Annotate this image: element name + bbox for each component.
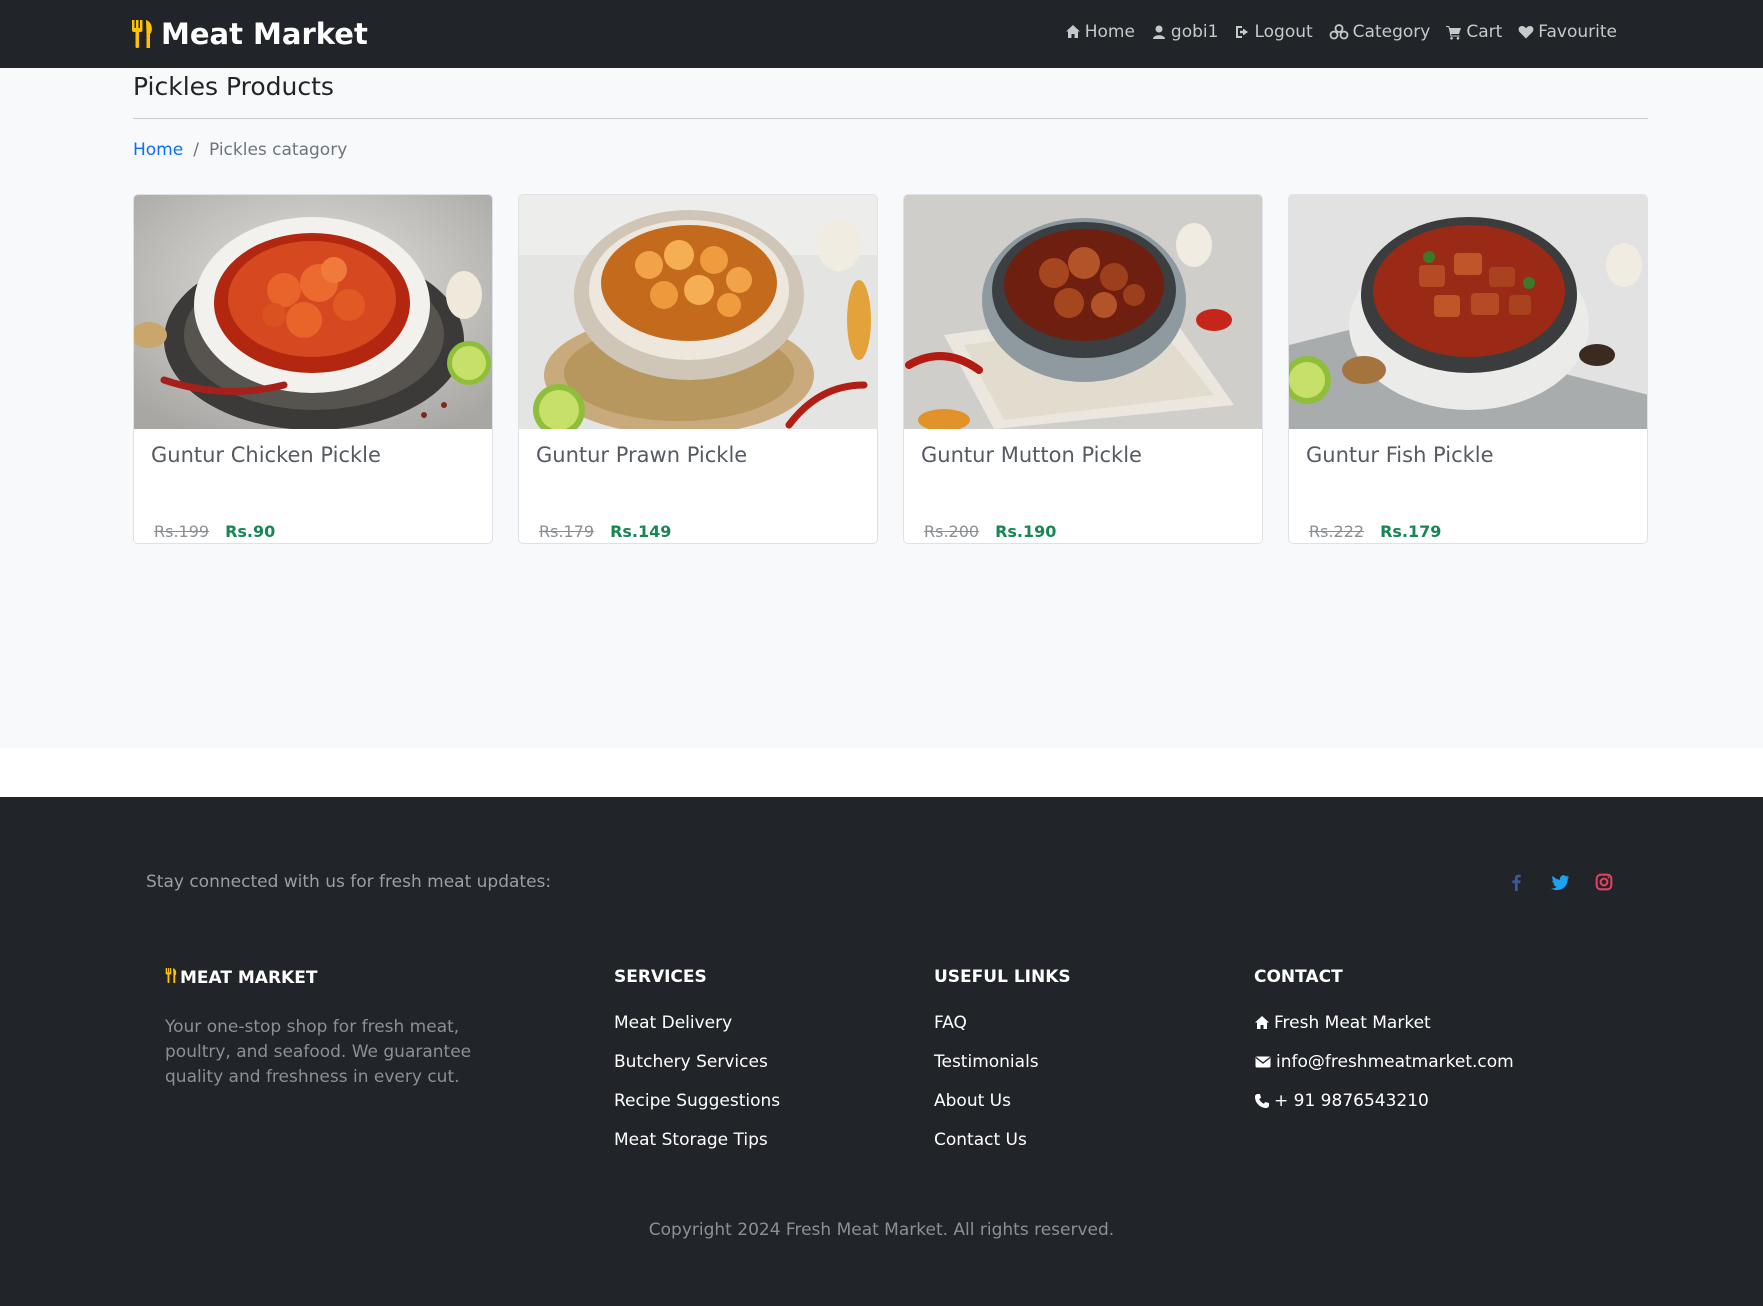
breadcrumb-home-link[interactable]: Home: [133, 140, 183, 160]
stay-connected-text: Stay connected with us for fresh meat up…: [146, 872, 552, 892]
nav-favourite[interactable]: Favourite: [1518, 22, 1617, 42]
contact-phone-text: + 91 9876543210: [1274, 1091, 1429, 1111]
product-name[interactable]: Guntur Chicken Pickle: [151, 443, 381, 467]
site-footer: Stay connected with us for fresh meat up…: [0, 797, 1763, 1306]
contact-address-text: Fresh Meat Market: [1274, 1013, 1431, 1033]
nav-cart[interactable]: Cart: [1446, 22, 1502, 42]
breadcrumb: Home / Pickles catagory: [133, 140, 347, 160]
user-icon: [1152, 25, 1165, 39]
twitter-icon[interactable]: [1551, 873, 1569, 891]
breadcrumb-separator: /: [193, 140, 199, 160]
nav-favourite-label: Favourite: [1538, 22, 1617, 42]
footer-link-recipe-suggestions[interactable]: Recipe Suggestions: [614, 1091, 780, 1111]
product-card[interactable]: Guntur Prawn Pickle Rs.179 Rs.149: [518, 194, 878, 544]
product-old-price: Rs.199: [154, 522, 210, 541]
page-title: Pickles Products: [133, 72, 334, 101]
product-new-price: Rs.179: [1380, 522, 1442, 541]
product-image-chicken-pickle[interactable]: [134, 195, 492, 429]
product-prices: Rs.179 Rs.149: [539, 522, 671, 541]
cubes-icon: [1329, 24, 1349, 40]
product-old-price: Rs.200: [924, 522, 980, 541]
copyright-text: Copyright 2024 Fresh Meat Market. All ri…: [648, 1220, 1115, 1240]
product-prices: Rs.222 Rs.179: [1309, 522, 1441, 541]
social-links: [1507, 873, 1613, 891]
footer-link-contact-us[interactable]: Contact Us: [934, 1130, 1071, 1150]
contact-email-text: info@freshmeatmarket.com: [1276, 1052, 1514, 1072]
product-image-fish-pickle[interactable]: [1289, 195, 1647, 429]
product-card[interactable]: Guntur Fish Pickle Rs.222 Rs.179: [1288, 194, 1648, 544]
product-prices: Rs.199 Rs.90: [154, 522, 275, 541]
footer-brand-column: MEAT MARKET Your one-stop shop for fresh…: [165, 967, 515, 1090]
product-name[interactable]: Guntur Fish Pickle: [1306, 443, 1494, 467]
phone-icon: [1255, 1094, 1269, 1108]
product-new-price: Rs.190: [995, 522, 1057, 541]
contact-phone[interactable]: + 91 9876543210: [1254, 1091, 1514, 1111]
product-image-mutton-pickle[interactable]: [904, 195, 1262, 429]
footer-link-meat-delivery[interactable]: Meat Delivery: [614, 1013, 780, 1033]
nav-category[interactable]: Category: [1329, 22, 1431, 42]
title-divider: [133, 118, 1648, 119]
instagram-icon[interactable]: [1595, 873, 1613, 891]
product-new-price: Rs.149: [610, 522, 672, 541]
nav-home-label: Home: [1084, 22, 1135, 42]
contact-address: Fresh Meat Market: [1254, 1013, 1514, 1033]
footer-services-column: SERVICES Meat Delivery Butchery Services…: [614, 967, 780, 1169]
breadcrumb-current: Pickles catagory: [208, 140, 348, 160]
heart-icon: [1518, 26, 1534, 39]
footer-contact-heading: CONTACT: [1254, 967, 1343, 987]
product-card[interactable]: Guntur Mutton Pickle Rs.200 Rs.190: [903, 194, 1263, 544]
footer-link-about-us[interactable]: About Us: [934, 1091, 1071, 1111]
nav-links: Home gobi1 Logout Category Cart Favourit…: [1065, 22, 1617, 42]
logout-icon: [1236, 26, 1249, 38]
envelope-icon: [1255, 1056, 1271, 1068]
footer-brand-description: Your one-stop shop for fresh meat, poult…: [165, 1017, 472, 1087]
facebook-icon[interactable]: [1507, 873, 1525, 891]
footer-useful-links-heading: USEFUL LINKS: [934, 967, 1071, 987]
contact-email[interactable]: info@freshmeatmarket.com: [1254, 1052, 1514, 1072]
product-name[interactable]: Guntur Prawn Pickle: [536, 443, 747, 467]
footer-brand-heading: MEAT MARKET: [165, 967, 515, 989]
footer-link-meat-storage-tips[interactable]: Meat Storage Tips: [614, 1130, 780, 1150]
product-image-prawn-pickle[interactable]: [519, 195, 877, 429]
footer-brand-name: MEAT MARKET: [180, 968, 318, 988]
product-old-price: Rs.179: [539, 522, 595, 541]
footer-link-testimonials[interactable]: Testimonials: [934, 1052, 1071, 1072]
brand-name: Meat Market: [161, 17, 368, 51]
nav-user[interactable]: gobi1: [1151, 22, 1219, 42]
nav-logout-label: Logout: [1254, 22, 1313, 42]
top-navbar: Meat Market Home gobi1 Logout Category C…: [0, 0, 1763, 68]
home-icon: [1255, 1016, 1269, 1029]
nav-cart-label: Cart: [1466, 22, 1503, 42]
product-card[interactable]: Guntur Chicken Pickle Rs.199 Rs.90: [133, 194, 493, 544]
product-grid: Guntur Chicken Pickle Rs.199 Rs.90 Guntu…: [133, 194, 1648, 544]
product-prices: Rs.200 Rs.190: [924, 522, 1056, 541]
footer-services-heading: SERVICES: [614, 967, 707, 987]
cart-icon: [1446, 26, 1462, 40]
section-spacer: [0, 748, 1763, 798]
footer-contact-column: CONTACT Fresh Meat Market info@freshmeat…: [1254, 967, 1514, 1130]
brand-logo[interactable]: Meat Market: [131, 14, 368, 54]
product-old-price: Rs.222: [1309, 522, 1365, 541]
footer-useful-links-column: USEFUL LINKS FAQ Testimonials About Us C…: [934, 967, 1071, 1169]
product-new-price: Rs.90: [225, 522, 276, 541]
product-name[interactable]: Guntur Mutton Pickle: [921, 443, 1142, 467]
nav-user-label: gobi1: [1170, 22, 1219, 42]
utensils-icon: [131, 18, 155, 50]
nav-category-label: Category: [1352, 22, 1431, 42]
nav-logout[interactable]: Logout: [1234, 22, 1313, 42]
nav-home[interactable]: Home: [1065, 22, 1135, 42]
home-icon: [1065, 25, 1080, 38]
utensils-icon: [165, 967, 178, 989]
footer-link-butchery-services[interactable]: Butchery Services: [614, 1052, 780, 1072]
footer-link-faq[interactable]: FAQ: [934, 1013, 1071, 1033]
